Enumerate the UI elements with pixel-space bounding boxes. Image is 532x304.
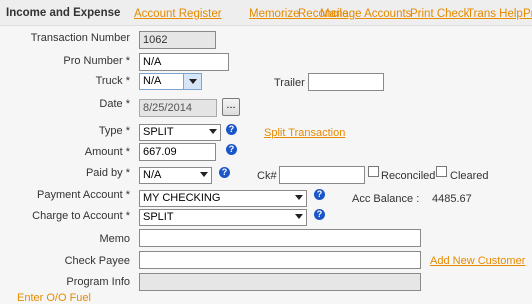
chevron-down-icon	[295, 214, 303, 219]
nav-memorize[interactable]: Memorize	[249, 8, 299, 20]
check-payee-label: Check Payee	[64, 255, 130, 267]
amount-input[interactable]: 667.09	[139, 143, 216, 161]
memo-label: Memo	[99, 233, 130, 245]
nav-trans-help[interactable]: Trans Help	[467, 8, 523, 20]
payment-account-select-value: MY CHECKING	[143, 192, 221, 204]
help-icon[interactable]: ?	[314, 209, 325, 220]
acc-balance-value: 4485.67	[432, 193, 472, 205]
help-icon[interactable]: ?	[219, 167, 230, 178]
pro-number-label: Pro Number *	[63, 55, 130, 67]
trailer-label: Trailer	[274, 77, 305, 89]
split-transaction-link[interactable]: Split Transaction	[264, 127, 345, 139]
type-select[interactable]: SPLIT	[139, 124, 221, 141]
payment-account-select[interactable]: MY CHECKING	[139, 190, 307, 207]
memo-input[interactable]	[139, 229, 421, 247]
paid-by-label: Paid by *	[85, 167, 130, 179]
transaction-number-label: Transaction Number	[30, 32, 130, 44]
date-picker-button[interactable]: ...	[222, 98, 240, 116]
help-icon[interactable]: ?	[226, 144, 237, 155]
cleared-checkbox[interactable]	[436, 166, 447, 177]
pro-number-input[interactable]: N/A	[139, 53, 229, 71]
truck-select-value: N/A	[143, 75, 162, 87]
paid-by-select-value: N/A	[143, 169, 162, 181]
check-payee-input[interactable]	[139, 251, 421, 269]
reconciled-label: Reconciled	[381, 170, 436, 182]
check-number-input[interactable]	[279, 166, 365, 184]
type-select-value: SPLIT	[143, 126, 174, 138]
charge-to-account-select[interactable]: SPLIT	[139, 209, 307, 226]
truck-select[interactable]: N/A	[139, 73, 202, 90]
nav-account-register[interactable]: Account Register	[134, 8, 222, 20]
help-icon[interactable]: ?	[226, 124, 237, 135]
help-icon[interactable]: ?	[314, 189, 325, 200]
charge-to-account-label: Charge to Account *	[32, 210, 130, 222]
chevron-down-icon	[295, 195, 303, 200]
nav-manage-accounts[interactable]: Manage Accounts	[320, 8, 411, 20]
program-info-label: Program Info	[66, 276, 130, 288]
trailer-input[interactable]	[308, 73, 384, 91]
reconciled-checkbox[interactable]	[368, 166, 379, 177]
enter-oo-fuel-link[interactable]: Enter O/O Fuel	[17, 292, 91, 304]
charge-to-account-select-value: SPLIT	[143, 211, 174, 223]
type-label: Type *	[98, 125, 130, 137]
check-number-label: Ck#	[257, 170, 277, 182]
date-input[interactable]: 8/25/2014	[139, 99, 217, 117]
page-title: Income and Expense	[6, 7, 121, 19]
truck-label: Truck *	[95, 75, 130, 87]
chevron-down-icon[interactable]	[183, 74, 201, 89]
nav-pr[interactable]: Pr	[523, 8, 532, 20]
payment-account-label: Payment Account *	[37, 189, 130, 201]
acc-balance-label: Acc Balance :	[352, 193, 420, 205]
amount-label: Amount *	[84, 146, 130, 158]
nav-print-check[interactable]: Print Check	[410, 8, 469, 20]
chevron-down-icon	[200, 172, 208, 177]
program-info-field	[139, 273, 421, 291]
paid-by-select[interactable]: N/A	[139, 167, 212, 184]
transaction-number-field: 1062	[139, 31, 216, 49]
cleared-label: Cleared	[450, 170, 489, 182]
add-new-customer-link[interactable]: Add New Customer	[430, 255, 525, 267]
date-label: Date *	[99, 98, 130, 110]
chevron-down-icon	[209, 129, 217, 134]
